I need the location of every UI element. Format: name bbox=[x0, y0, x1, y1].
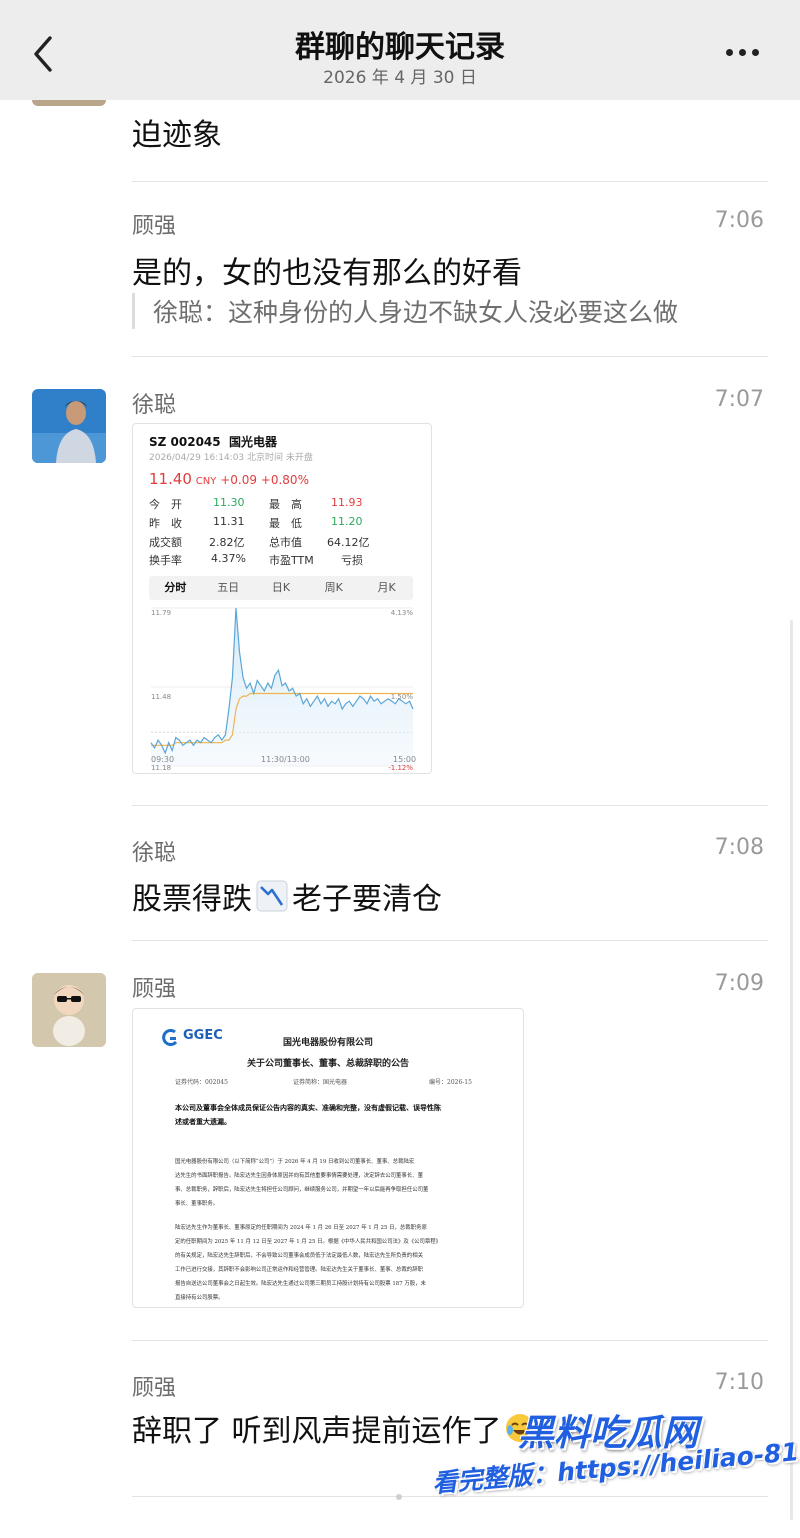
message-text: 股票得跌 老子要清仓 bbox=[132, 874, 442, 918]
stat-label: 昨 收 bbox=[149, 517, 182, 530]
doc-para-line: 达先生的书面辞职报告。陆宏达先生因身体原因并向有其他重要事情需要处理，决定辞去公… bbox=[175, 1173, 423, 1179]
stat-value: 11.31 bbox=[213, 515, 245, 528]
doc-para-line: 陆宏达先生作为董事长、董事原定的任职期间为 2024 年 1 月 26 日至 2… bbox=[175, 1225, 427, 1231]
chat-date: 2026 年 4 月 30 日 bbox=[323, 68, 477, 88]
page-title: 群聊的聊天记录 bbox=[295, 30, 505, 65]
message-time: 7:06 bbox=[714, 208, 764, 233]
stock-currency: CNY bbox=[195, 476, 217, 487]
stat-label: 今 开 bbox=[149, 498, 182, 511]
intraday-chart: 11.79 11.48 11.18 4.13% 1.50% -1.12% bbox=[150, 607, 414, 772]
avatar-xucong[interactable] bbox=[32, 389, 106, 463]
doc-para-line: 工作已进行交接，其辞职不会影响公司正常运作和经营管理。陆宏达先生关于董事长、董事… bbox=[175, 1267, 423, 1273]
sender-name: 顾强 bbox=[132, 1376, 177, 1401]
message-divider bbox=[132, 356, 768, 357]
x-tick-label: 11:30/13:00 bbox=[261, 755, 310, 764]
tab-monthly-k[interactable]: 月K bbox=[360, 576, 413, 600]
stat-label: 最 高 bbox=[269, 498, 302, 511]
tab-weekly-k[interactable]: 周K bbox=[307, 576, 360, 600]
message-text-part: 股票得跌 bbox=[132, 882, 252, 917]
stock-change-pct: +0.80% bbox=[260, 473, 309, 487]
more-dot-icon bbox=[752, 48, 759, 56]
stock-card[interactable]: SZ 002045 国光电器 2026/04/29 16:14:03 北京时间 … bbox=[132, 423, 432, 774]
tab-intraday[interactable]: 分时 bbox=[149, 576, 202, 600]
y-tick-label-right: 1.50% bbox=[391, 693, 414, 701]
stat-value: 4.37% bbox=[211, 552, 246, 565]
message-text: 辞职了 听到风声提前运作了 bbox=[132, 1406, 536, 1450]
stock-price-row: 11.40 CNY +0.09 +0.80% bbox=[149, 470, 309, 488]
doc-para-line: 事、总裁职务，辞职后，陆宏达先生将担任公司顾问，继续服务公司，并期望一年以后能再… bbox=[175, 1187, 429, 1193]
scroll-indicator bbox=[396, 1494, 402, 1500]
doc-num: 编号：2026-15 bbox=[429, 1079, 472, 1086]
message-divider bbox=[132, 1340, 768, 1341]
y-tick-label: 11.79 bbox=[151, 609, 171, 617]
doc-title: 关于公司董事长、董事、总裁辞职的公告 bbox=[246, 1059, 409, 1069]
tab-daily-k[interactable]: 日K bbox=[255, 576, 308, 600]
stat-value: 11.93 bbox=[331, 496, 363, 509]
message-text-part: 老子要清仓 bbox=[292, 882, 442, 917]
tab-five-day[interactable]: 五日 bbox=[202, 576, 255, 600]
stock-name: 国光电器 bbox=[228, 435, 277, 449]
y-tick-label-right: -1.12% bbox=[388, 764, 413, 772]
stat-value: 2.82亿 bbox=[209, 536, 245, 549]
announcement-card[interactable]: GGEC 国光电器股份有限公司 关于公司董事长、董事、总裁辞职的公告 证券代码：… bbox=[132, 1008, 524, 1308]
sender-name: 顾强 bbox=[132, 977, 177, 1002]
doc-para-line: 报告自送达公司董事会之日起生效。陆宏达先生通过公司第三期员工持股计划持有公司股票… bbox=[175, 1281, 426, 1287]
y-tick-label-right: 4.13% bbox=[391, 609, 414, 617]
doc-para-line: 直接持有公司股票。 bbox=[175, 1295, 224, 1301]
y-tick-label: 11.48 bbox=[151, 693, 171, 701]
message-text-part: 辞职了 听到风声提前运作了 bbox=[132, 1414, 502, 1449]
sender-name: 徐聪 bbox=[132, 841, 177, 866]
quoted-message[interactable]: 徐聪：这种身份的人身边不缺女人没必要这么做 bbox=[132, 293, 678, 329]
stat-label: 换手率 bbox=[149, 554, 182, 567]
avatar-cartoon-icon bbox=[32, 973, 106, 1047]
scrollbar[interactable] bbox=[790, 620, 793, 1520]
message-divider bbox=[132, 805, 768, 806]
stock-code: SZ 002045 bbox=[149, 435, 221, 449]
more-button[interactable] bbox=[726, 40, 766, 64]
stat-value: 64.12亿 bbox=[327, 536, 370, 549]
x-tick-label: 09:30 bbox=[151, 755, 175, 764]
stat-value: 11.30 bbox=[213, 496, 245, 509]
y-tick-label: 11.18 bbox=[151, 764, 171, 772]
doc-para-line: 事长、董事职务。 bbox=[175, 1201, 219, 1207]
stock-change: +0.09 bbox=[220, 473, 257, 487]
stat-label: 最 低 bbox=[269, 517, 302, 530]
doc-bold-line: 述或者重大遗漏。 bbox=[175, 1117, 231, 1126]
doc-company: 国光电器股份有限公司 bbox=[282, 1038, 373, 1048]
message-time: 7:10 bbox=[714, 1370, 764, 1395]
message-divider bbox=[132, 181, 768, 182]
chat-header: 群聊的聊天记录 2026 年 4 月 30 日 bbox=[0, 0, 800, 100]
message-text: 是的，女的也没有那么的好看 bbox=[132, 256, 522, 291]
sender-name: 徐聪 bbox=[132, 393, 177, 418]
doc-abbr: 证券简称：国光电器 bbox=[293, 1079, 348, 1086]
message-text: 迫迹象 bbox=[132, 118, 222, 153]
stock-price: 11.40 bbox=[149, 470, 192, 488]
stock-datetime: 2026/04/29 16:14:03 北京时间 未开盘 bbox=[149, 453, 313, 463]
doc-para-line: 定的任职期间为 2025 年 11 月 12 日至 2027 年 1 月 25 … bbox=[175, 1239, 442, 1245]
sender-name: 顾强 bbox=[132, 214, 177, 239]
x-tick-label: 15:00 bbox=[393, 755, 417, 764]
stat-label: 市盈TTM bbox=[269, 554, 314, 567]
more-dot-icon bbox=[739, 48, 746, 56]
chart-tabs: 分时 五日 日K 周K 月K bbox=[149, 576, 413, 600]
stock-header: SZ 002045 国光电器 bbox=[149, 433, 277, 450]
message-divider bbox=[132, 940, 768, 941]
message-time: 7:08 bbox=[714, 835, 764, 860]
doc-para-line: 的有关规定，陆宏达先生辞职后，不会导致公司董事会成员低于法定最低人数，陆宏达先生… bbox=[175, 1253, 423, 1259]
avatar-guqiang[interactable] bbox=[32, 973, 106, 1047]
stat-value: 11.20 bbox=[331, 515, 363, 528]
doc-para-line: 国光电器股份有限公司（以下简称“公司”）于 2026 年 4 月 19 日收到公… bbox=[175, 1159, 415, 1165]
doc-bold-line: 本公司及董事会全体成员保证公告内容的真实、准确和完整，没有虚假记载、误导性陈 bbox=[175, 1103, 441, 1112]
doc-code: 证券代码：002045 bbox=[175, 1079, 228, 1086]
chart-decreasing-icon bbox=[256, 880, 288, 912]
stat-label: 成交额 bbox=[149, 536, 182, 549]
stat-label: 总市值 bbox=[269, 536, 302, 549]
message-time: 7:07 bbox=[714, 387, 764, 412]
message-time: 7:09 bbox=[714, 971, 764, 996]
avatar-photo-icon bbox=[32, 389, 106, 463]
stat-value: 亏损 bbox=[341, 554, 363, 567]
more-dot-icon bbox=[726, 48, 733, 56]
